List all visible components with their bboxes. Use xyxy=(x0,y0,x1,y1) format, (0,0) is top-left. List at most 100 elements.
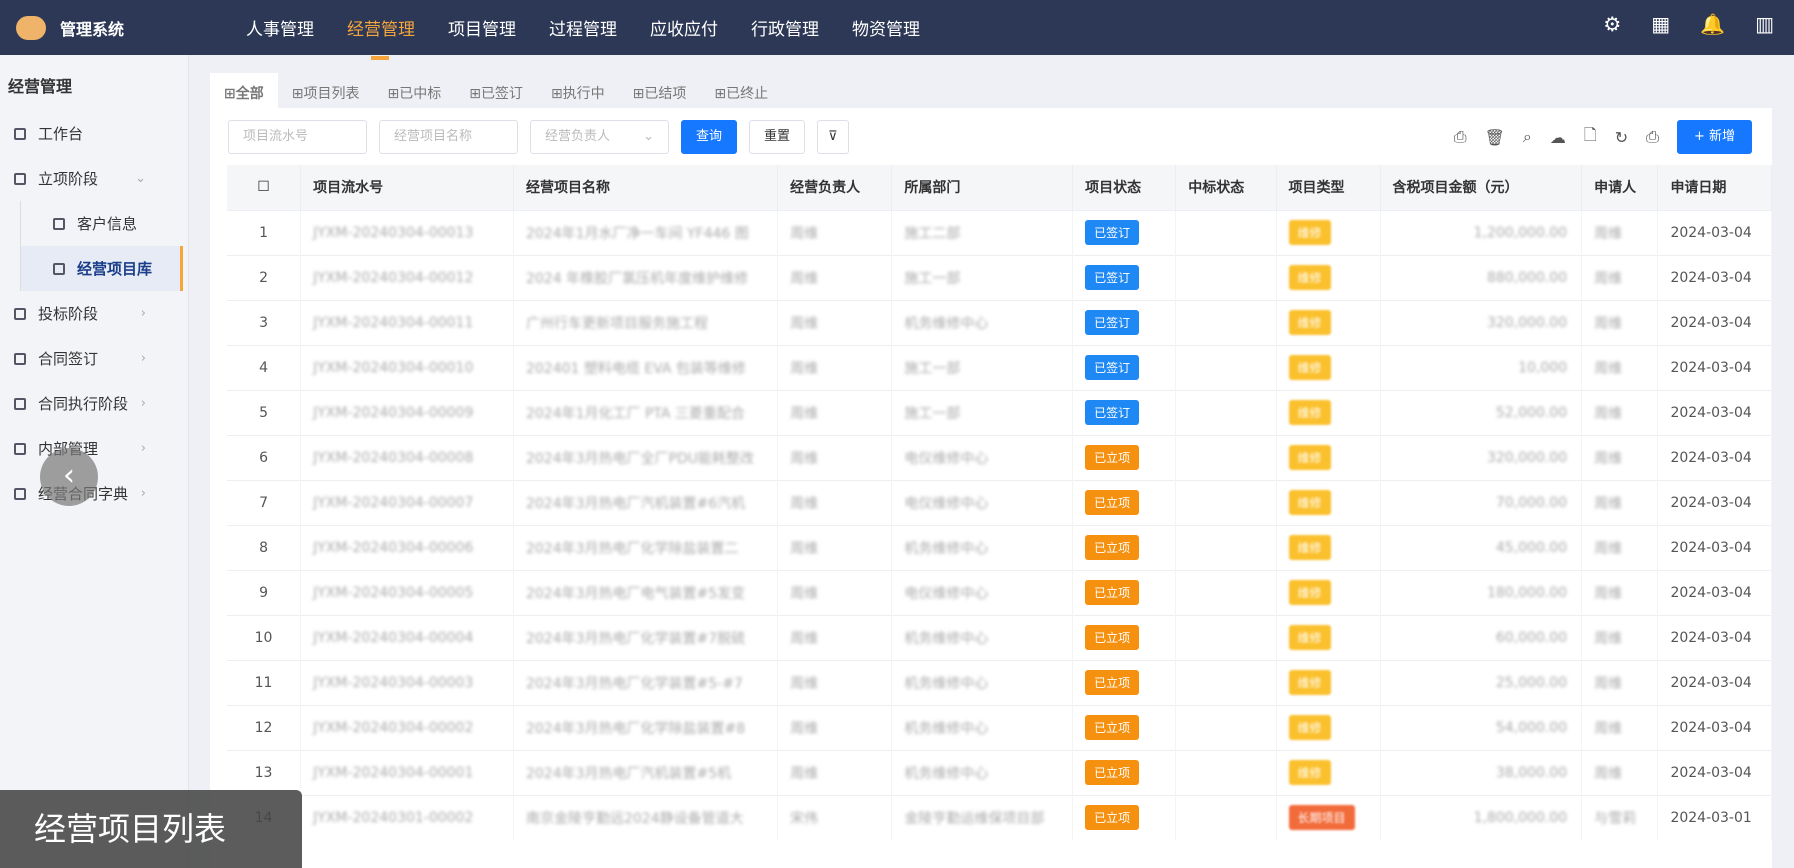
table-row[interactable]: 5 JYXM-20240304-00009 2024年1月化工厂 PTA 三菱重… xyxy=(227,389,1772,435)
column-header[interactable]: 项目状态 xyxy=(1072,165,1177,210)
table-row[interactable]: 1 JYXM-20240304-00013 2024年1月水厂净一车间 YF44… xyxy=(227,209,1772,255)
tab[interactable]: ⊞项目列表 xyxy=(278,73,374,108)
query-button[interactable]: 查询 xyxy=(681,120,738,154)
type-cell: 维修 xyxy=(1276,254,1381,300)
table-row[interactable]: 12 JYXM-20240304-00002 2024年3月热电厂化学除盐装置#… xyxy=(227,704,1772,750)
sidebar-item[interactable]: 合同执行阶段 › xyxy=(0,381,188,426)
project-name-cell: 2024年3月热电厂化学除盐装置#8 xyxy=(513,704,779,750)
sidebar-item-label: 合同签订 xyxy=(38,350,99,368)
column-header[interactable]: 经营负责人 xyxy=(777,165,893,210)
grid-icon: ⊞ xyxy=(714,86,727,102)
refresh-icon[interactable]: ↻ xyxy=(1615,128,1628,147)
column-header[interactable]: 所属部门 xyxy=(891,165,1074,210)
nav-item[interactable]: 行政管理 xyxy=(751,15,819,40)
applicant-cell: 周维 xyxy=(1581,569,1659,615)
delete-icon[interactable]: 🗑 xyxy=(1485,128,1505,147)
filter-button[interactable]: ⊽ xyxy=(817,120,849,154)
department-cell: 金陵亨勤运维保项目部 xyxy=(891,794,1074,840)
project-name-input[interactable]: 经营项目名称 xyxy=(379,120,518,154)
export-icon[interactable]: ⎙ xyxy=(1454,127,1467,147)
amount-cell: 45,000.00 xyxy=(1380,524,1583,570)
column-header[interactable]: 申请人 xyxy=(1581,165,1659,210)
applicant-cell: 周维 xyxy=(1581,704,1659,750)
table-row[interactable]: 7 JYXM-20240304-00007 2024年3月热电厂汽机装置#6汽机… xyxy=(227,479,1772,525)
table-row[interactable]: 6 JYXM-20240304-00008 2024年3月热电厂全厂PDU能耗整… xyxy=(227,434,1772,480)
select-all-checkbox[interactable]: ☐ xyxy=(227,165,302,210)
column-header[interactable]: 申请日期 xyxy=(1657,165,1772,210)
search-icon[interactable]: ⌕ xyxy=(1523,127,1532,147)
grid-icon: ⊞ xyxy=(469,86,481,102)
upload-icon[interactable]: ☁ xyxy=(1550,128,1566,147)
column-header[interactable]: 含税项目金额（元） xyxy=(1380,165,1583,210)
project-name-cell: 2024年3月热电厂电气装置#5发变 xyxy=(513,569,779,615)
sidebar-item[interactable]: 经营项目库 xyxy=(20,246,183,291)
sidebar-item[interactable]: 投标阶段 › xyxy=(0,291,188,336)
column-header[interactable]: 中标状态 xyxy=(1175,165,1277,210)
bell-icon[interactable]: 🔔 xyxy=(1700,12,1725,36)
serial-input[interactable]: 项目流水号 xyxy=(228,120,367,154)
nav-item[interactable]: 应收应付 xyxy=(650,15,718,40)
row-number: 5 xyxy=(227,389,302,435)
type-cell: 长期项目 xyxy=(1276,794,1381,840)
bid-status-cell xyxy=(1175,344,1277,390)
serial-cell: JYXM-20240304-00005 xyxy=(300,569,514,615)
back-button[interactable]: ‹ xyxy=(40,448,98,506)
nav-item[interactable]: 过程管理 xyxy=(549,15,617,40)
table-row[interactable]: 11 JYXM-20240304-00003 2024年3月热电厂化学装置#5-… xyxy=(227,659,1772,705)
department-cell: 施工一部 xyxy=(891,389,1074,435)
sidebar-item[interactable]: 合同签订 › xyxy=(0,336,188,381)
bid-status-cell xyxy=(1175,704,1277,750)
owner-cell: 周维 xyxy=(777,524,893,570)
sidebar-item[interactable]: 工作台 xyxy=(0,111,188,156)
project-name-cell: 2024年3月热电厂汽机装置#6汽机 xyxy=(513,479,779,525)
row-number: 9 xyxy=(227,569,302,615)
nav-item[interactable]: 经营管理 xyxy=(347,15,415,60)
tab-label: 已签订 xyxy=(480,86,523,102)
column-header[interactable]: 项目流水号 xyxy=(300,165,514,210)
type-cell: 维修 xyxy=(1276,299,1381,345)
table-row[interactable]: 10 JYXM-20240304-00004 2024年3月热电厂化学装置#7脱… xyxy=(227,614,1772,660)
amount-cell: 10,000 xyxy=(1380,344,1583,390)
table-row[interactable]: 13 JYXM-20240304-00001 2024年3月热电厂汽机装置#5机… xyxy=(227,749,1772,795)
calendar-icon[interactable]: ▦ xyxy=(1651,12,1670,36)
amount-cell: 1,800,000.00 xyxy=(1380,794,1583,840)
chevron-down-icon: ⌄ xyxy=(643,129,654,144)
file-icon[interactable]: 🗋 xyxy=(1584,124,1597,151)
sidebar-item[interactable]: 立项阶段 ⌄ xyxy=(0,156,188,201)
table-row[interactable]: 2 JYXM-20240304-00012 2024 年橡胶厂氯压机年度维护维修… xyxy=(227,254,1772,300)
add-button[interactable]: + 新增 xyxy=(1676,120,1752,154)
app-logo[interactable]: 管理系统 xyxy=(16,15,246,40)
amount-cell: 880,000.00 xyxy=(1380,254,1583,300)
table-row[interactable]: 14 JYXM-20240301-00002 南京金陵亨勤远2024静设备管道大… xyxy=(227,794,1772,840)
status-badge: 已立项 xyxy=(1085,445,1140,470)
serial-cell: JYXM-20240304-00012 xyxy=(300,254,514,300)
tab[interactable]: ⊞已中标 xyxy=(373,73,455,108)
nav-item[interactable]: 人事管理 xyxy=(246,15,314,40)
row-number: 8 xyxy=(227,524,302,570)
tab[interactable]: ⊞全部 xyxy=(210,73,278,108)
tab[interactable]: ⊞已签订 xyxy=(455,73,537,108)
sidebar-item-label: 立项阶段 xyxy=(38,170,99,188)
column-header[interactable]: 经营项目名称 xyxy=(513,165,779,210)
nav-item[interactable]: 物资管理 xyxy=(852,15,920,40)
tab[interactable]: ⊞已结项 xyxy=(619,73,701,108)
date-cell: 2024-03-04 xyxy=(1657,389,1772,435)
status-badge: 已签订 xyxy=(1085,310,1140,335)
table-row[interactable]: 4 JYXM-20240304-00010 202401 塑料电缆 EVA 包装… xyxy=(227,344,1772,390)
type-cell: 维修 xyxy=(1276,344,1381,390)
table-row[interactable]: 9 JYXM-20240304-00005 2024年3月热电厂电气装置#5发变… xyxy=(227,569,1772,615)
owner-select[interactable]: 经营负责人 ⌄ xyxy=(530,120,669,154)
table-row[interactable]: 8 JYXM-20240304-00006 2024年3月热电厂化学除盐装置二 … xyxy=(227,524,1772,570)
tab[interactable]: ⊞执行中 xyxy=(537,73,619,108)
sidebar-item[interactable]: 客户信息 xyxy=(20,201,188,246)
column-header[interactable]: 项目类型 xyxy=(1276,165,1381,210)
app-grid-icon[interactable]: ▥ xyxy=(1755,12,1774,36)
print-icon[interactable]: ⎙ xyxy=(1646,127,1659,147)
tab[interactable]: ⊞已终止 xyxy=(700,73,782,108)
nav-item[interactable]: 项目管理 xyxy=(448,15,516,40)
reset-button[interactable]: 重置 xyxy=(749,120,806,154)
amount-cell: 180,000.00 xyxy=(1380,569,1583,615)
settings-icon[interactable]: ⚙ xyxy=(1603,12,1621,36)
serial-cell: JYXM-20240304-00011 xyxy=(300,299,514,345)
table-row[interactable]: 3 JYXM-20240304-00011 广州行车更新项目服务施工程 周维 机… xyxy=(227,299,1772,345)
